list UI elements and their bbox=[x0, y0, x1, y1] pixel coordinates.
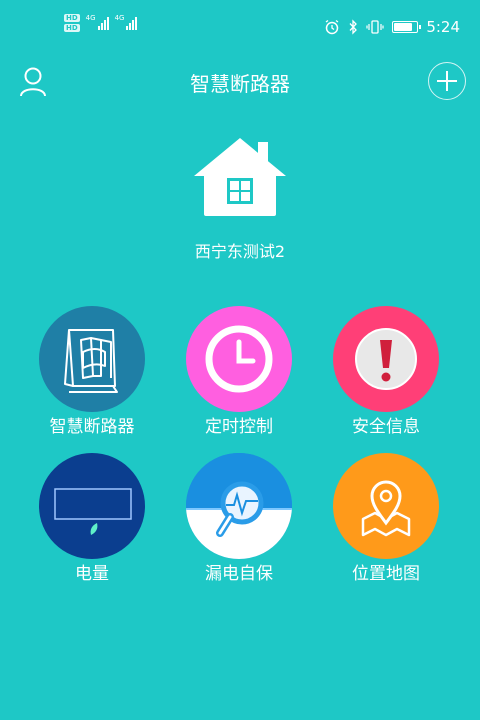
menu-circle bbox=[39, 453, 145, 559]
battery-fill bbox=[394, 23, 413, 31]
status-bar: HD HD 4G 4G 5:24 bbox=[0, 0, 480, 60]
menu-label: 电量 bbox=[75, 564, 109, 584]
menu-circle bbox=[186, 306, 292, 412]
map-pin-icon bbox=[361, 480, 411, 537]
status-right: 5:24 bbox=[324, 18, 460, 36]
magnifier-icon bbox=[186, 453, 292, 559]
menu-circle bbox=[333, 306, 439, 412]
menu-label: 定时控制 bbox=[205, 417, 273, 437]
menu-item-energy[interactable]: 电量 bbox=[37, 453, 147, 585]
menu-label: 漏电自保 bbox=[205, 564, 273, 584]
signal-icon: 4G bbox=[115, 14, 138, 30]
menu-item-map[interactable]: 位置地图 bbox=[331, 453, 441, 585]
alert-icon bbox=[355, 328, 417, 390]
vibrate-icon bbox=[366, 20, 384, 34]
meter-icon bbox=[54, 488, 132, 535]
hd-indicators: HD HD bbox=[64, 14, 80, 32]
menu-item-safety[interactable]: 安全信息 bbox=[331, 306, 441, 438]
battery-icon bbox=[392, 21, 422, 33]
add-device-button[interactable] bbox=[428, 62, 466, 100]
menu-item-timer[interactable]: 定时控制 bbox=[184, 306, 294, 438]
bluetooth-icon bbox=[349, 19, 358, 35]
hd-tag: HD bbox=[64, 24, 80, 32]
hd-tag: HD bbox=[64, 14, 80, 22]
app-header: 智慧断路器 bbox=[0, 60, 480, 104]
breaker-icon bbox=[64, 329, 118, 393]
menu-item-leakage[interactable]: 漏电自保 bbox=[184, 453, 294, 585]
menu-item-breaker[interactable]: 智慧断路器 bbox=[37, 306, 147, 438]
status-left: HD HD 4G 4G bbox=[64, 14, 138, 32]
menu-label: 安全信息 bbox=[352, 417, 420, 437]
device-name: 西宁东测试2 bbox=[194, 242, 286, 261]
menu-circle bbox=[39, 306, 145, 412]
signal-icon: 4G bbox=[86, 14, 109, 30]
signal-label: 4G bbox=[114, 14, 125, 22]
status-time: 5:24 bbox=[426, 18, 460, 36]
menu-label: 位置地图 bbox=[352, 564, 420, 584]
page-title: 智慧断路器 bbox=[190, 72, 290, 96]
alarm-icon bbox=[325, 19, 339, 35]
house-icon[interactable] bbox=[190, 136, 290, 218]
menu-label: 智慧断路器 bbox=[49, 417, 135, 437]
menu-circle bbox=[186, 453, 292, 559]
clock-icon bbox=[205, 325, 273, 393]
signal-label: 4G bbox=[85, 14, 96, 22]
menu-circle bbox=[333, 453, 439, 559]
